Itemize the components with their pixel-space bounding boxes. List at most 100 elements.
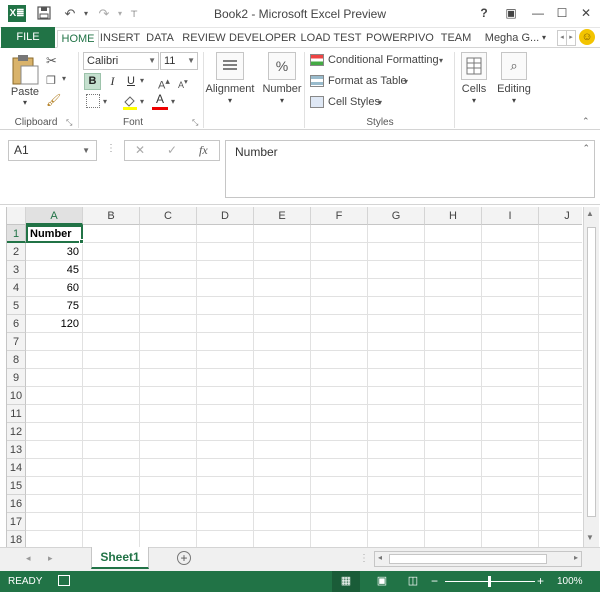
- cell-F9[interactable]: [311, 369, 368, 387]
- editing-dropdown-icon[interactable]: ▾: [509, 96, 519, 105]
- tab-load-test[interactable]: LOAD TEST: [300, 30, 362, 48]
- cell-J11[interactable]: [539, 405, 582, 423]
- cell-C2[interactable]: [140, 243, 197, 261]
- cell-D8[interactable]: [197, 351, 254, 369]
- cell-J5[interactable]: [539, 297, 582, 315]
- cell-B6[interactable]: [83, 315, 140, 333]
- cell-E1[interactable]: [254, 225, 311, 243]
- cell-I7[interactable]: [482, 333, 539, 351]
- worksheet-grid[interactable]: A B C D E F G H I J 1 Number 2 30 3 45 4 60 5 75 6…: [6, 207, 582, 547]
- row-header-13[interactable]: 13: [7, 441, 26, 459]
- conditional-formatting-dropdown-icon[interactable]: ▾: [439, 56, 443, 65]
- horizontal-scroll-thumb[interactable]: [389, 554, 547, 564]
- row-header-5[interactable]: 5: [7, 297, 26, 315]
- cell-J4[interactable]: [539, 279, 582, 297]
- cell-D15[interactable]: [197, 477, 254, 495]
- cell-B10[interactable]: [83, 387, 140, 405]
- cell-C1[interactable]: [140, 225, 197, 243]
- cell-H18[interactable]: [425, 531, 482, 547]
- row-header-1[interactable]: 1: [7, 225, 26, 243]
- zoom-slider-thumb[interactable]: [488, 576, 491, 587]
- enter-check-icon[interactable]: ✓: [167, 143, 177, 157]
- cell-J9[interactable]: [539, 369, 582, 387]
- cell-B18[interactable]: [83, 531, 140, 547]
- cell-styles-dropdown-icon[interactable]: ▾: [378, 98, 382, 107]
- row-header-7[interactable]: 7: [7, 333, 26, 351]
- cell-J10[interactable]: [539, 387, 582, 405]
- tab-review[interactable]: REVIEW: [181, 30, 227, 48]
- font-color-dropdown-icon[interactable]: ▾: [171, 97, 175, 106]
- help-button[interactable]: ?: [476, 5, 492, 21]
- cell-E5[interactable]: [254, 297, 311, 315]
- cell-J7[interactable]: [539, 333, 582, 351]
- tab-file[interactable]: FILE: [1, 27, 55, 48]
- cell-B17[interactable]: [83, 513, 140, 531]
- cell-A6[interactable]: 120: [26, 315, 83, 333]
- zoom-in-button[interactable]: +: [537, 574, 544, 588]
- minimize-button[interactable]: —: [530, 5, 546, 21]
- scroll-up-icon[interactable]: ▲: [586, 209, 594, 218]
- cell-D12[interactable]: [197, 423, 254, 441]
- cell-A12[interactable]: [26, 423, 83, 441]
- cell-A8[interactable]: [26, 351, 83, 369]
- cell-E13[interactable]: [254, 441, 311, 459]
- normal-view-icon[interactable]: ▦: [332, 571, 360, 592]
- cell-A1[interactable]: Number: [26, 225, 83, 243]
- cell-J6[interactable]: [539, 315, 582, 333]
- cell-A3[interactable]: 45: [26, 261, 83, 279]
- next-sheet-icon[interactable]: ▸: [48, 553, 53, 564]
- cell-D6[interactable]: [197, 315, 254, 333]
- editing-button[interactable]: Editing: [494, 83, 534, 95]
- cell-G1[interactable]: [368, 225, 425, 243]
- scroll-right-icon[interactable]: ▸: [566, 30, 576, 46]
- cell-A9[interactable]: [26, 369, 83, 387]
- cell-F13[interactable]: [311, 441, 368, 459]
- cell-A5[interactable]: 75: [26, 297, 83, 315]
- cell-C9[interactable]: [140, 369, 197, 387]
- cell-C12[interactable]: [140, 423, 197, 441]
- cell-I6[interactable]: [482, 315, 539, 333]
- cell-H2[interactable]: [425, 243, 482, 261]
- row-header-17[interactable]: 17: [7, 513, 26, 531]
- cell-A2[interactable]: 30: [26, 243, 83, 261]
- cell-D13[interactable]: [197, 441, 254, 459]
- cell-G3[interactable]: [368, 261, 425, 279]
- cell-I10[interactable]: [482, 387, 539, 405]
- cell-F11[interactable]: [311, 405, 368, 423]
- cell-G7[interactable]: [368, 333, 425, 351]
- horizontal-scrollbar[interactable]: ◂ ▸: [374, 551, 582, 567]
- cell-I9[interactable]: [482, 369, 539, 387]
- cell-E16[interactable]: [254, 495, 311, 513]
- column-header-H[interactable]: H: [425, 207, 482, 225]
- cell-I17[interactable]: [482, 513, 539, 531]
- cell-G8[interactable]: [368, 351, 425, 369]
- column-header-I[interactable]: I: [482, 207, 539, 225]
- paste-button[interactable]: Paste: [6, 86, 44, 98]
- column-header-A[interactable]: A: [26, 207, 83, 225]
- cell-F2[interactable]: [311, 243, 368, 261]
- copy-icon[interactable]: ❐: [46, 74, 60, 88]
- cell-styles-button[interactable]: Cell Styles: [328, 96, 380, 108]
- cell-I2[interactable]: [482, 243, 539, 261]
- cell-B7[interactable]: [83, 333, 140, 351]
- cell-C7[interactable]: [140, 333, 197, 351]
- cell-H16[interactable]: [425, 495, 482, 513]
- cell-E11[interactable]: [254, 405, 311, 423]
- cell-F3[interactable]: [311, 261, 368, 279]
- cell-H10[interactable]: [425, 387, 482, 405]
- cell-E3[interactable]: [254, 261, 311, 279]
- cell-H17[interactable]: [425, 513, 482, 531]
- cell-I18[interactable]: [482, 531, 539, 547]
- fill-color-icon[interactable]: [122, 94, 138, 110]
- cell-F16[interactable]: [311, 495, 368, 513]
- page-break-view-icon[interactable]: ◫: [405, 571, 421, 592]
- cell-I8[interactable]: [482, 351, 539, 369]
- cell-J17[interactable]: [539, 513, 582, 531]
- cell-B5[interactable]: [83, 297, 140, 315]
- formula-input[interactable]: Number ⌃: [225, 140, 595, 198]
- cell-A10[interactable]: [26, 387, 83, 405]
- scroll-down-icon[interactable]: ▼: [586, 533, 594, 542]
- cell-C10[interactable]: [140, 387, 197, 405]
- cell-D7[interactable]: [197, 333, 254, 351]
- row-header-18[interactable]: 18: [7, 531, 26, 547]
